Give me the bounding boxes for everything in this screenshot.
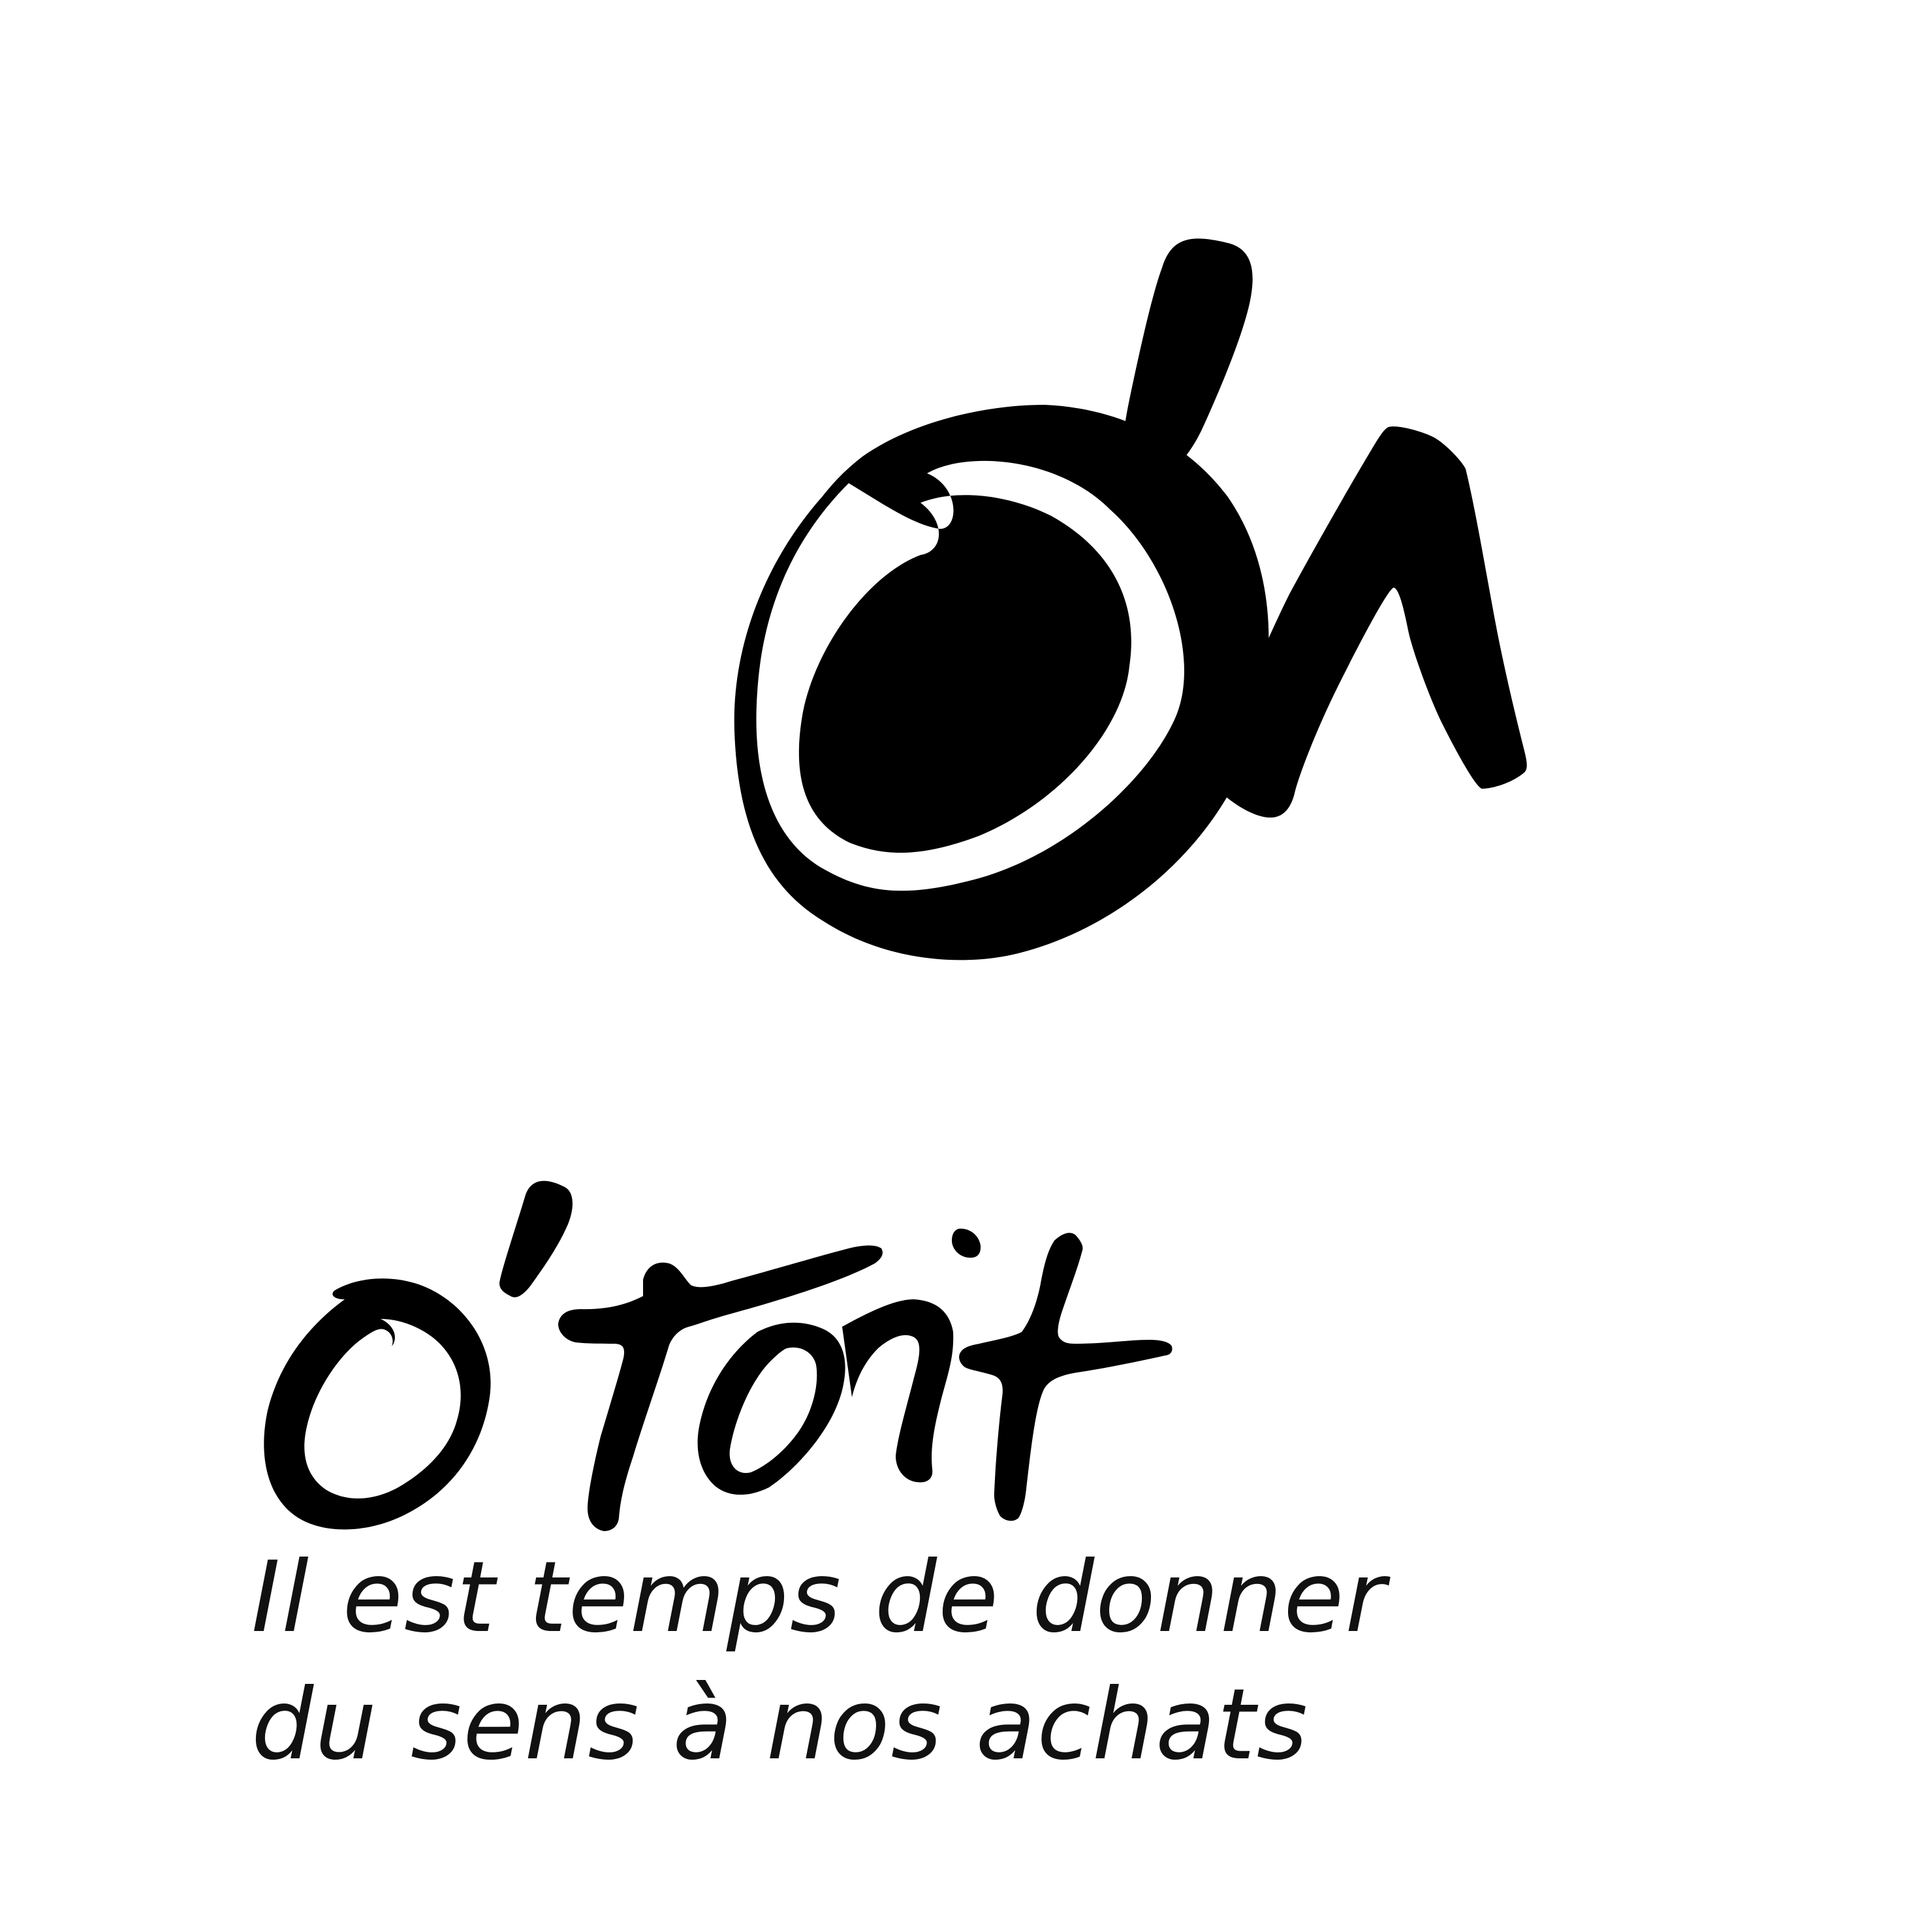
monogram-o xyxy=(734,405,1269,960)
monogram-apostrophe xyxy=(1123,238,1253,470)
logo-wordmark-icon xyxy=(264,1180,1172,1531)
wordmark-i xyxy=(842,1299,954,1483)
wordmark-apostrophe xyxy=(499,1180,573,1297)
tagline-line-2: du sens à nos achats xyxy=(251,1668,1309,1782)
tagline-line-1: Il est temps de donner xyxy=(251,1541,1387,1655)
wordmark-i-dot xyxy=(952,1228,981,1258)
wordmark-o2 xyxy=(697,1322,845,1495)
wordmark-t2 xyxy=(959,1233,1172,1521)
page-canvas: Il est temps de donner du sens à nos ach… xyxy=(0,0,1920,1932)
logo-monogram-icon xyxy=(734,238,1527,960)
wordmark-o xyxy=(264,1278,491,1530)
tagline: Il est temps de donner du sens à nos ach… xyxy=(251,1534,1753,1789)
